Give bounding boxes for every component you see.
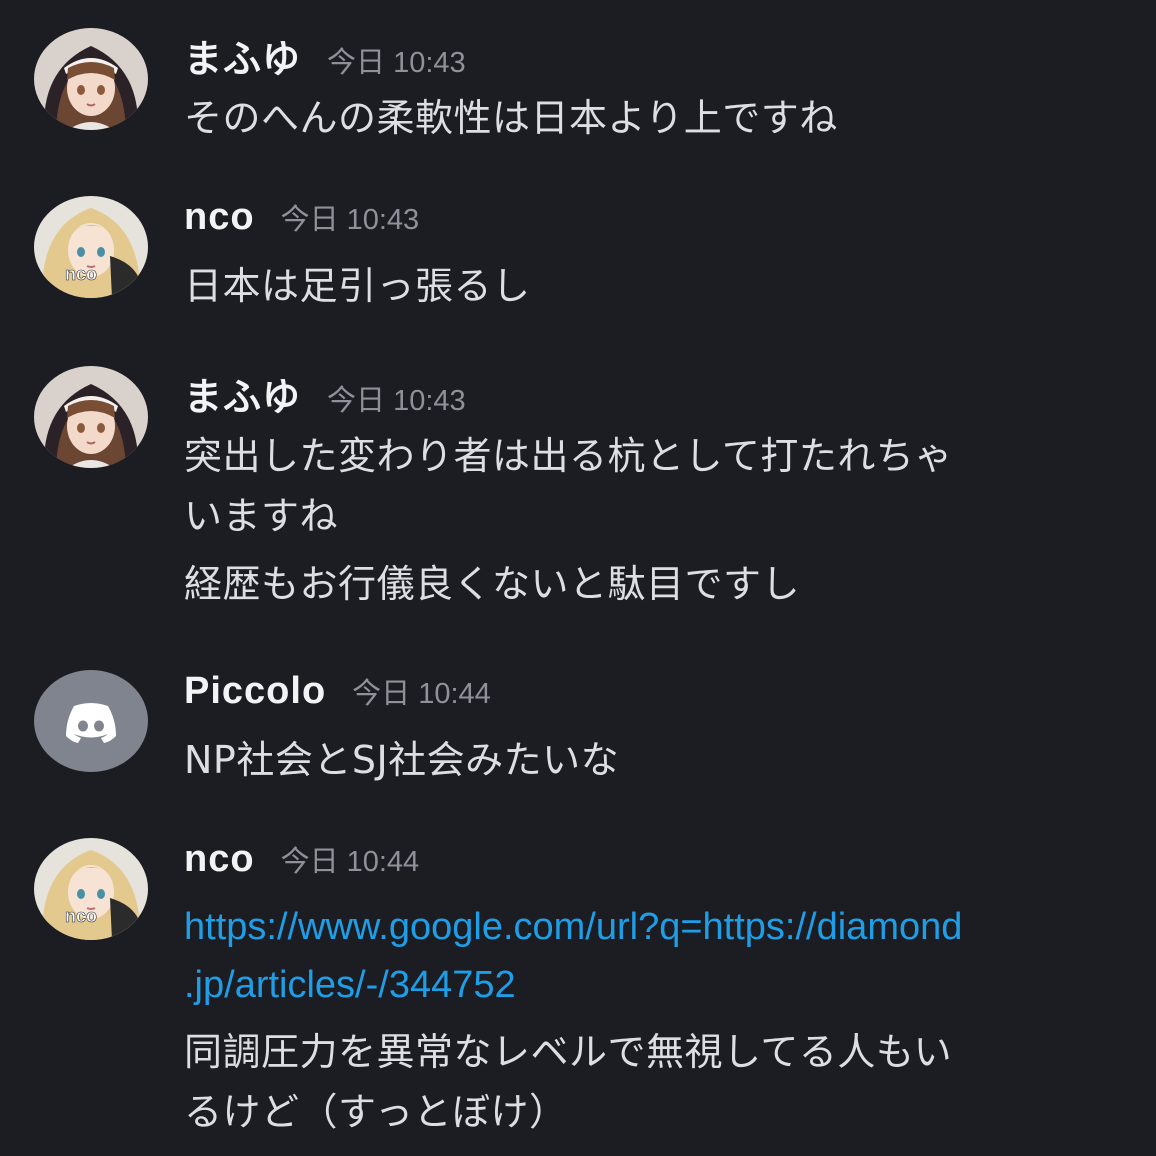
nun-girl-avatar-icon <box>34 366 148 468</box>
blonde-girl-avatar-icon: nco <box>34 838 148 940</box>
avatar[interactable]: nco <box>34 838 148 940</box>
avatar[interactable] <box>34 366 148 468</box>
username[interactable]: nco <box>184 196 255 239</box>
message-text: 日本は足引っ張るし <box>184 264 531 308</box>
message-content: 突出した変わり者は出る杭として打たれちゃ いますね 経歴もお行儀良くないと駄目で… <box>184 426 1124 614</box>
message-text: 同調圧力を異常なレベルで無視してる人もい <box>184 1030 953 1074</box>
message-header: nco 今日 10:43 <box>184 196 419 244</box>
message-text: 経歴もお行儀良くないと駄目ですし <box>184 562 801 606</box>
discord-logo-avatar-icon <box>34 670 148 772</box>
message-content: そのへんの柔軟性は日本より上ですね <box>184 88 1124 148</box>
timestamp: 今日 10:44 <box>280 846 420 878</box>
message-content: 日本は足引っ張るし <box>184 256 1124 316</box>
message-text: いますね <box>184 494 339 538</box>
timestamp: 今日 10:44 <box>352 678 491 710</box>
chat-message-list: まふゆ 今日 10:43 そのへんの柔軟性は日本より上ですね nco nco 今… <box>0 0 1156 1156</box>
message-header: Piccolo 今日 10:44 <box>184 670 491 718</box>
avatar[interactable] <box>34 28 148 130</box>
username[interactable]: まふゆ <box>184 28 301 83</box>
message-text: るけど（すっとぼけ） <box>184 1090 568 1134</box>
message-content: https://www.google.com/url?q=https://dia… <box>184 898 1124 1142</box>
avatar-label: nco <box>65 264 97 284</box>
avatar[interactable]: nco <box>34 196 148 298</box>
timestamp: 今日 10:43 <box>327 47 466 79</box>
message-link[interactable]: .jp/articles/-/344752 <box>184 956 1124 1014</box>
avatar[interactable] <box>34 670 148 772</box>
message-header: まふゆ 今日 10:43 <box>184 366 466 419</box>
message-header: まふゆ 今日 10:43 <box>184 28 466 81</box>
message-content: NP社会とSJ社会みたいな <box>184 730 1124 790</box>
message-text: そのへんの柔軟性は日本より上ですね <box>184 96 838 140</box>
timestamp: 今日 10:43 <box>280 204 420 236</box>
message-text: NP社会とSJ社会みたいな <box>184 738 620 782</box>
username[interactable]: nco <box>184 838 255 881</box>
message-text: 突出した変わり者は出る杭として打たれちゃ <box>184 434 953 478</box>
timestamp: 今日 10:43 <box>327 385 466 417</box>
nun-girl-avatar-icon <box>34 28 148 130</box>
username[interactable]: Piccolo <box>184 670 326 713</box>
message-link[interactable]: https://www.google.com/url?q=https://dia… <box>184 898 1124 956</box>
username[interactable]: まふゆ <box>184 366 301 421</box>
message-header: nco 今日 10:44 <box>184 838 419 886</box>
avatar-label: nco <box>65 906 97 926</box>
blonde-girl-avatar-icon: nco <box>34 196 148 298</box>
